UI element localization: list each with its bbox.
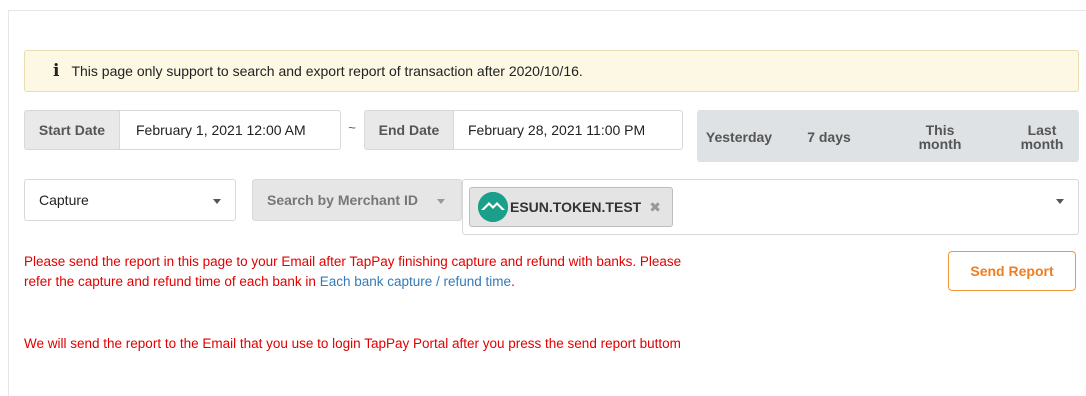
bank-capture-refund-link[interactable]: Each bank capture / refund time xyxy=(320,274,511,289)
info-icon: i xyxy=(53,61,60,81)
start-date-label: Start Date xyxy=(24,110,120,150)
transaction-type-select[interactable]: Capture xyxy=(24,179,236,221)
mountain-logo-icon xyxy=(478,192,508,222)
quick-range-group: Yesterday 7 days This month Last month xyxy=(697,110,1079,162)
this-month-button[interactable]: This month xyxy=(897,123,983,151)
this-month-label-line2: month xyxy=(918,136,962,152)
search-by-merchant-select[interactable]: Search by Merchant ID xyxy=(252,179,462,221)
last-month-label-line2: month xyxy=(1020,136,1064,152)
report-info-message: Please send the report in this page to y… xyxy=(24,252,704,292)
email-info-message: We will send the report to the Email tha… xyxy=(24,336,681,351)
start-date-input[interactable]: February 1, 2021 12:00 AM xyxy=(119,110,341,150)
chevron-down-icon[interactable] xyxy=(1056,199,1064,204)
last-month-label-line1: Last xyxy=(1027,122,1057,138)
send-report-button[interactable]: Send Report xyxy=(948,251,1076,291)
remove-tag-icon[interactable]: ✖ xyxy=(649,199,661,216)
this-month-label-line1: This xyxy=(925,122,955,138)
search-by-label: Search by Merchant ID xyxy=(267,192,418,208)
end-date-input[interactable]: February 28, 2021 11:00 PM xyxy=(453,110,683,150)
date-range-separator: ~ xyxy=(348,120,356,135)
info-notice: i This page only support to search and e… xyxy=(24,50,1079,92)
merchant-tag: ESUN.TOKEN.TEST ✖ xyxy=(469,187,673,227)
transaction-type-value: Capture xyxy=(39,192,89,208)
report-info-period: . xyxy=(511,274,515,289)
seven-days-button[interactable]: 7 days xyxy=(799,130,859,144)
notice-text: This page only support to search and exp… xyxy=(71,63,583,79)
chevron-down-icon xyxy=(213,199,221,204)
end-date-label: End Date xyxy=(364,110,454,150)
merchant-tag-label: ESUN.TOKEN.TEST xyxy=(510,199,642,215)
yesterday-button[interactable]: Yesterday xyxy=(704,130,774,144)
last-month-button[interactable]: Last month xyxy=(997,123,1086,151)
chevron-down-icon xyxy=(437,199,445,204)
merchant-multiselect[interactable]: ESUN.TOKEN.TEST ✖ xyxy=(462,179,1079,235)
